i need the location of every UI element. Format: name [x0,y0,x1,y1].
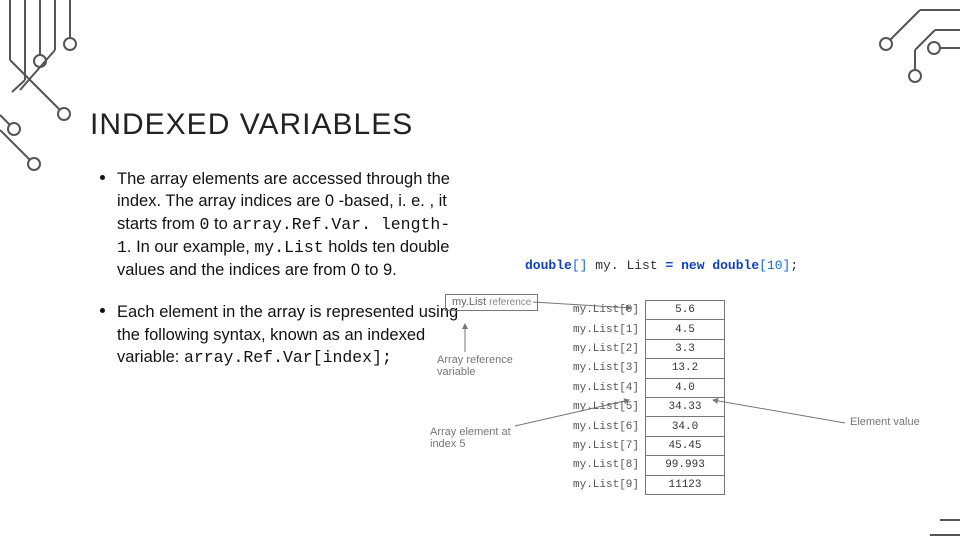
table-row: my.List[5]34.33 [573,397,725,416]
bullet-item-1: The array elements are accessed through … [100,168,460,281]
bullet-list: The array elements are accessed through … [100,168,460,389]
table-row: my.List[1]4.5 [573,320,725,339]
array-index-cell: my.List[4] [573,378,646,397]
refbox-label: reference [489,297,531,308]
decoration-bottom-right [890,480,960,540]
table-row: my.List[8]99.993 [573,456,725,475]
array-index-cell: my.List[2] [573,339,646,358]
bullet-item-2: Each element in the array is represented… [100,301,460,369]
array-index-cell: my.List[9] [573,475,646,494]
array-value-cell: 3.3 [646,339,725,358]
array-table: my.List[0]5.6my.List[1]4.5my.List[2]3.3m… [573,300,725,495]
array-index-cell: my.List[3] [573,359,646,378]
table-row: my.List[4]4.0 [573,378,725,397]
bullet-dot [100,308,105,313]
array-value-cell: 99.993 [646,456,725,475]
decoration-top-left [0,0,250,190]
table-row: my.List[9]11123 [573,475,725,494]
array-index-cell: my.List[0] [573,301,646,320]
refbox-var: my.List [452,296,486,308]
array-value-cell: 34.33 [646,397,725,416]
array-value-cell: 5.6 [646,301,725,320]
reference-box: my.List reference [445,294,538,311]
page-title: INDEXED VARIABLES [90,108,413,142]
bullet-dot [100,175,105,180]
array-value-cell: 45.45 [646,436,725,455]
label-array-ref-var: Array reference variable [437,354,513,378]
array-index-cell: my.List[5] [573,397,646,416]
bullet-text-2: Each element in the array is represented… [117,301,460,369]
array-value-cell: 34.0 [646,417,725,436]
array-value-cell: 4.5 [646,320,725,339]
decoration-top-right [820,0,960,120]
label-array-elem-at5: Array element at index 5 [430,426,511,450]
table-row: my.List[2]3.3 [573,339,725,358]
code-declaration: double[] my. List = new double[10]; [525,258,798,273]
bullet-text-1: The array elements are accessed through … [117,168,460,281]
array-index-cell: my.List[6] [573,417,646,436]
label-element-value: Element value [850,416,920,428]
array-value-cell: 11123 [646,475,725,494]
array-index-cell: my.List[1] [573,320,646,339]
table-row: my.List[3]13.2 [573,359,725,378]
array-value-cell: 4.0 [646,378,725,397]
array-index-cell: my.List[8] [573,456,646,475]
table-row: my.List[7]45.45 [573,436,725,455]
array-index-cell: my.List[7] [573,436,646,455]
table-row: my.List[0]5.6 [573,301,725,320]
table-row: my.List[6]34.0 [573,417,725,436]
array-value-cell: 13.2 [646,359,725,378]
